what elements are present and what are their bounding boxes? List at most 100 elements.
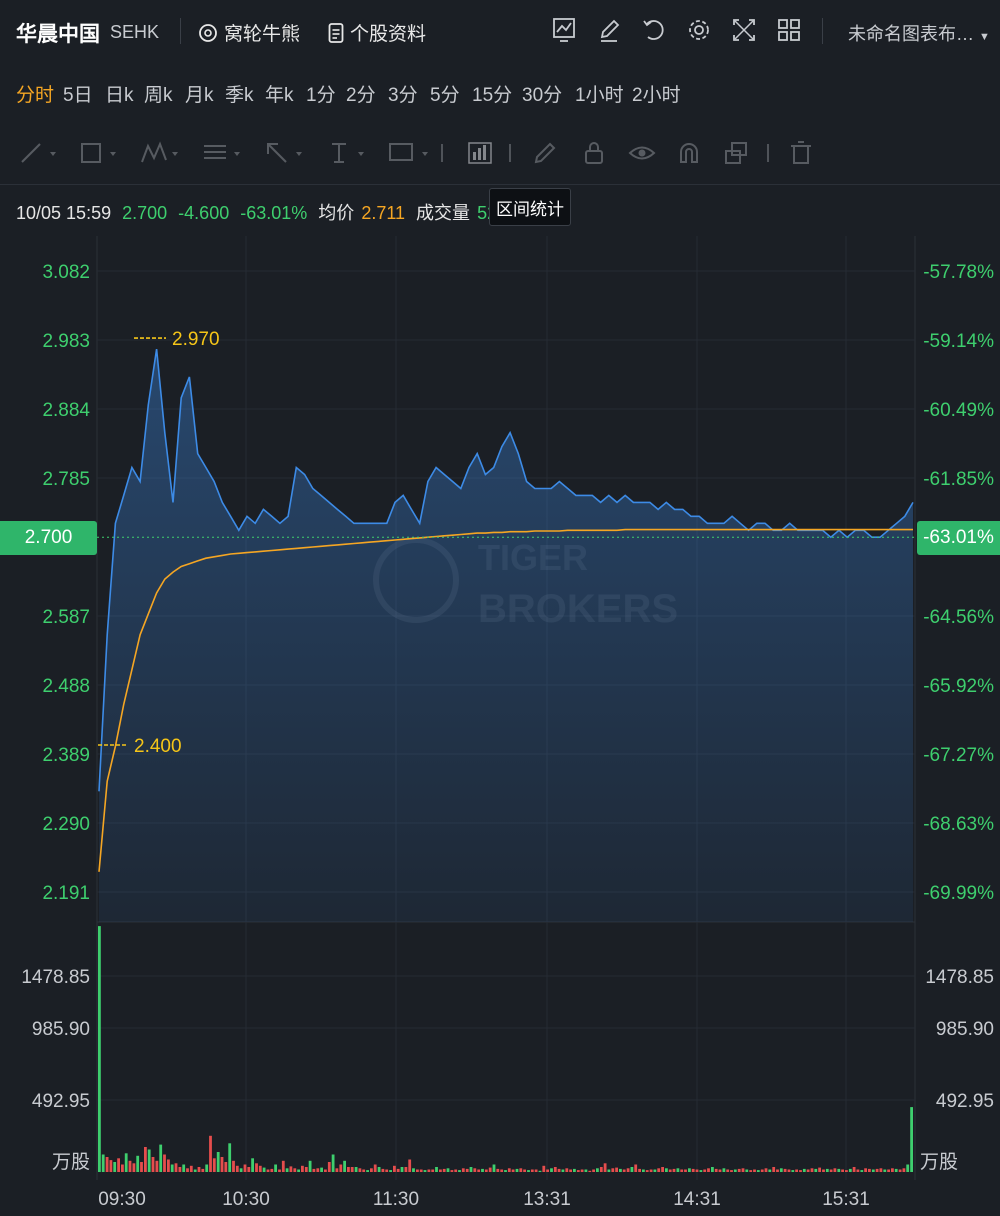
- volume-bar: [350, 1167, 354, 1172]
- volume-bar: [530, 1169, 534, 1172]
- volume-bar: [680, 1169, 684, 1172]
- volume-bar: [722, 1168, 726, 1172]
- period-tab-5[interactable]: 季k: [225, 80, 254, 107]
- period-tab-12[interactable]: 30分: [522, 80, 562, 107]
- volume-bar: [423, 1170, 427, 1172]
- text-tool-icon[interactable]: [326, 140, 368, 171]
- volume-bar: [511, 1169, 515, 1172]
- time-axis-label: 11:30: [373, 1189, 419, 1210]
- price-axis-label: 2.389: [42, 745, 90, 766]
- lock-icon[interactable]: [582, 140, 606, 171]
- pencil-icon[interactable]: [532, 140, 558, 171]
- fullscreen-icon[interactable]: [731, 16, 757, 49]
- volume-bar: [718, 1169, 722, 1172]
- price-area: [99, 349, 913, 923]
- trash-icon[interactable]: [788, 140, 814, 171]
- period-tab-7[interactable]: 1分: [306, 80, 336, 107]
- volume-bar: [389, 1170, 392, 1172]
- volume-bar: [209, 1135, 212, 1172]
- volume-axis-label: 985.90: [32, 1019, 90, 1040]
- pen-icon[interactable]: [597, 16, 621, 49]
- volume-bar: [400, 1167, 404, 1172]
- volume-bar: [235, 1165, 239, 1172]
- period-tab-14[interactable]: 2小时: [632, 80, 681, 107]
- period-tab-10[interactable]: 5分: [430, 80, 460, 107]
- volume-bar: [596, 1168, 599, 1172]
- volume-axis-label: 492.95: [32, 1091, 90, 1112]
- period-tab-3[interactable]: 周k: [144, 80, 173, 107]
- volume-bar: [419, 1169, 423, 1172]
- warrants-link[interactable]: 窝轮牛熊: [198, 19, 300, 46]
- volume-bar: [768, 1169, 772, 1172]
- volume-bar: [220, 1157, 224, 1172]
- volume-bar: [615, 1167, 618, 1172]
- period-tab-9[interactable]: 3分: [388, 80, 418, 107]
- rectangle-tool-icon[interactable]: [78, 140, 120, 171]
- volume-bar: [343, 1160, 346, 1172]
- period-tab-11[interactable]: 15分: [472, 80, 512, 107]
- volume-bar: [408, 1159, 412, 1172]
- magnet-icon[interactable]: [676, 140, 702, 171]
- volume-bar: [829, 1169, 833, 1172]
- volume-bar: [668, 1169, 672, 1172]
- volume-bar: [756, 1170, 760, 1172]
- range-stats-icon[interactable]: [466, 140, 494, 171]
- volume-bar: [868, 1168, 871, 1172]
- volume-bar: [124, 1153, 128, 1172]
- volume-bar: [232, 1160, 235, 1172]
- volume-bar: [776, 1169, 779, 1172]
- divider: [822, 18, 823, 44]
- volume-bar: [879, 1168, 883, 1172]
- volume-bar: [714, 1168, 718, 1172]
- price-line: [98, 348, 914, 792]
- volume-bar: [634, 1164, 638, 1172]
- label-tool-icon[interactable]: [388, 140, 434, 171]
- volume-bar: [335, 1168, 339, 1172]
- period-tab-6[interactable]: 年k: [265, 80, 294, 107]
- grid-layout-icon[interactable]: [776, 16, 802, 49]
- line-tool-icon[interactable]: [18, 140, 58, 171]
- volume-bar: [569, 1169, 572, 1172]
- period-tab-2[interactable]: 日k: [105, 80, 134, 107]
- pattern-tool-icon[interactable]: [140, 140, 182, 171]
- volume-bar: [860, 1170, 864, 1172]
- volume-bar: [285, 1168, 289, 1172]
- volume-bar: [205, 1164, 209, 1172]
- volume-bar: [504, 1170, 507, 1172]
- period-tab-8[interactable]: 2分: [346, 80, 376, 107]
- fib-tool-icon[interactable]: [202, 140, 244, 171]
- layout-name-dropdown[interactable]: 未命名图表布… ▼: [848, 20, 990, 46]
- layers-icon[interactable]: [722, 140, 750, 171]
- volume-axis-label-right: 1478.85: [925, 967, 994, 988]
- volume-bar: [726, 1169, 730, 1172]
- volume-bar: [703, 1169, 707, 1172]
- avg-price-line: [98, 528, 913, 872]
- volume-bar: [753, 1169, 756, 1172]
- volume-bar: [174, 1163, 178, 1172]
- chart-settings-icon[interactable]: [552, 16, 576, 49]
- time-axis-label: 13:31: [523, 1189, 571, 1210]
- period-tab-1[interactable]: 5日: [63, 80, 93, 107]
- volume-bar: [665, 1168, 668, 1172]
- gear-icon[interactable]: [686, 16, 712, 49]
- profile-link[interactable]: 个股资料: [328, 19, 426, 46]
- volume-bar: [891, 1168, 894, 1172]
- intraday-chart[interactable]: TIGER BROKERS 2.970 2.400 3.082 -57.78% 2.9…: [0, 0, 1000, 1216]
- layout-name-label: 未命名图表布…: [848, 24, 974, 44]
- volume-bar: [301, 1165, 304, 1172]
- volume-bar: [412, 1168, 415, 1172]
- volume-bar: [469, 1167, 473, 1172]
- replay-icon[interactable]: [641, 16, 667, 49]
- period-tab-13[interactable]: 1小时: [575, 80, 624, 107]
- volume-bar: [515, 1168, 519, 1172]
- top-bar: 华晨中国 SEHK 窝轮牛熊 个股资料 未命名图表布… ▼: [0, 0, 1000, 64]
- arrow-tool-icon[interactable]: [264, 140, 306, 171]
- volume-bar: [450, 1170, 454, 1172]
- volume-bar: [439, 1169, 442, 1172]
- period-tab-0[interactable]: 分时: [16, 80, 54, 107]
- price-axis-label: 2.785: [42, 469, 90, 490]
- volume-bar: [297, 1169, 300, 1172]
- quote-datetime: 10/05 15:59: [16, 203, 112, 223]
- eye-icon[interactable]: [628, 140, 656, 171]
- period-tab-4[interactable]: 月k: [185, 80, 214, 107]
